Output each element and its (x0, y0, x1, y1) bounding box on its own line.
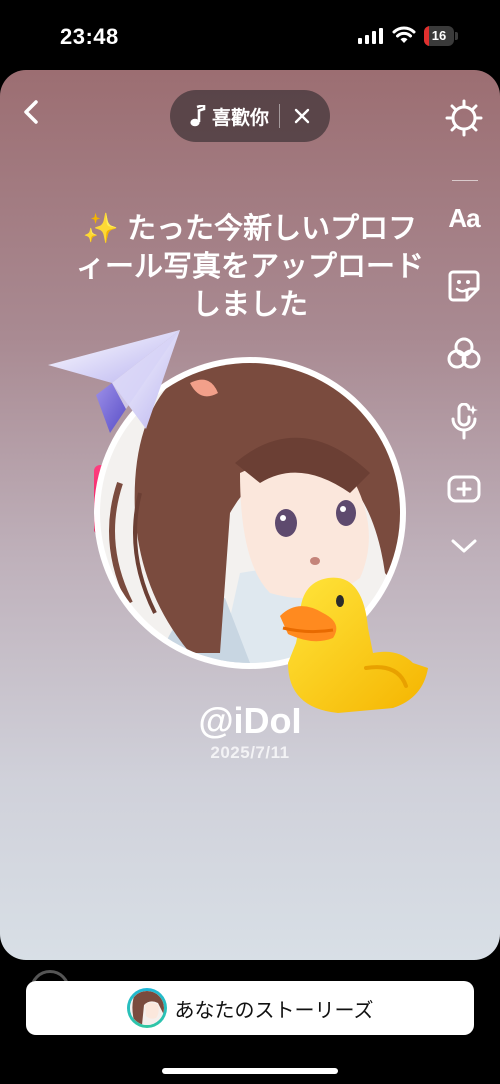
status-bar: 23:48 16 (0, 0, 500, 70)
headline-text: たった今新しいプロフィール写真をアップロードしました (75, 213, 424, 321)
add-layer-icon (447, 475, 481, 503)
effects-icon (447, 337, 481, 369)
text-tool-label: Aa (448, 202, 480, 233)
share-to-your-story-button[interactable]: あなたのストーリーズ (26, 981, 474, 1035)
close-icon[interactable] (292, 106, 312, 126)
story-headline-text[interactable]: ✨ たった今新しいプロフィール写真をアップロードしました (70, 210, 430, 324)
voice-effect-button[interactable] (440, 398, 488, 446)
status-time: 23:48 (60, 24, 119, 49)
music-sticker-pill[interactable]: 喜歡你 (170, 90, 330, 142)
sparkle-emoji: ✨ (82, 213, 120, 245)
your-story-label: あなたのストーリーズ (174, 999, 374, 1022)
username: @iDoI (198, 700, 302, 741)
back-chevron-icon[interactable] (16, 94, 46, 130)
paper-plane-icon[interactable] (46, 325, 186, 435)
settings-button[interactable] (440, 94, 488, 142)
settings-gear-icon (445, 99, 483, 137)
post-date: 2025/7/11 (210, 743, 290, 762)
your-story-avatar (126, 988, 167, 1028)
text-tool-button[interactable]: Aa (440, 194, 488, 242)
add-layer-button[interactable] (440, 464, 488, 512)
battery-level: 16 (431, 28, 447, 43)
battery-indicator: 16 (424, 26, 458, 46)
pill-divider (279, 104, 281, 128)
story-editor-canvas[interactable]: 喜歡你 Aa ✨ たった今新しいプロフィール写真をアップロードしました @iDo… (0, 70, 500, 960)
sticker-button[interactable] (440, 262, 488, 310)
more-tools-button[interactable] (440, 522, 488, 570)
chevron-down-icon (451, 539, 477, 553)
wifi-icon (392, 26, 416, 43)
music-title: 喜歡你 (212, 107, 270, 129)
signal-icon (358, 28, 383, 44)
music-note-icon (190, 105, 206, 127)
home-indicator[interactable] (162, 1068, 338, 1074)
voice-sparkle-mic-icon (451, 403, 478, 440)
toolbar-divider (452, 180, 478, 181)
effects-button[interactable] (440, 330, 488, 378)
duck-sticker-icon[interactable] (278, 568, 438, 718)
sticker-icon (448, 270, 480, 302)
